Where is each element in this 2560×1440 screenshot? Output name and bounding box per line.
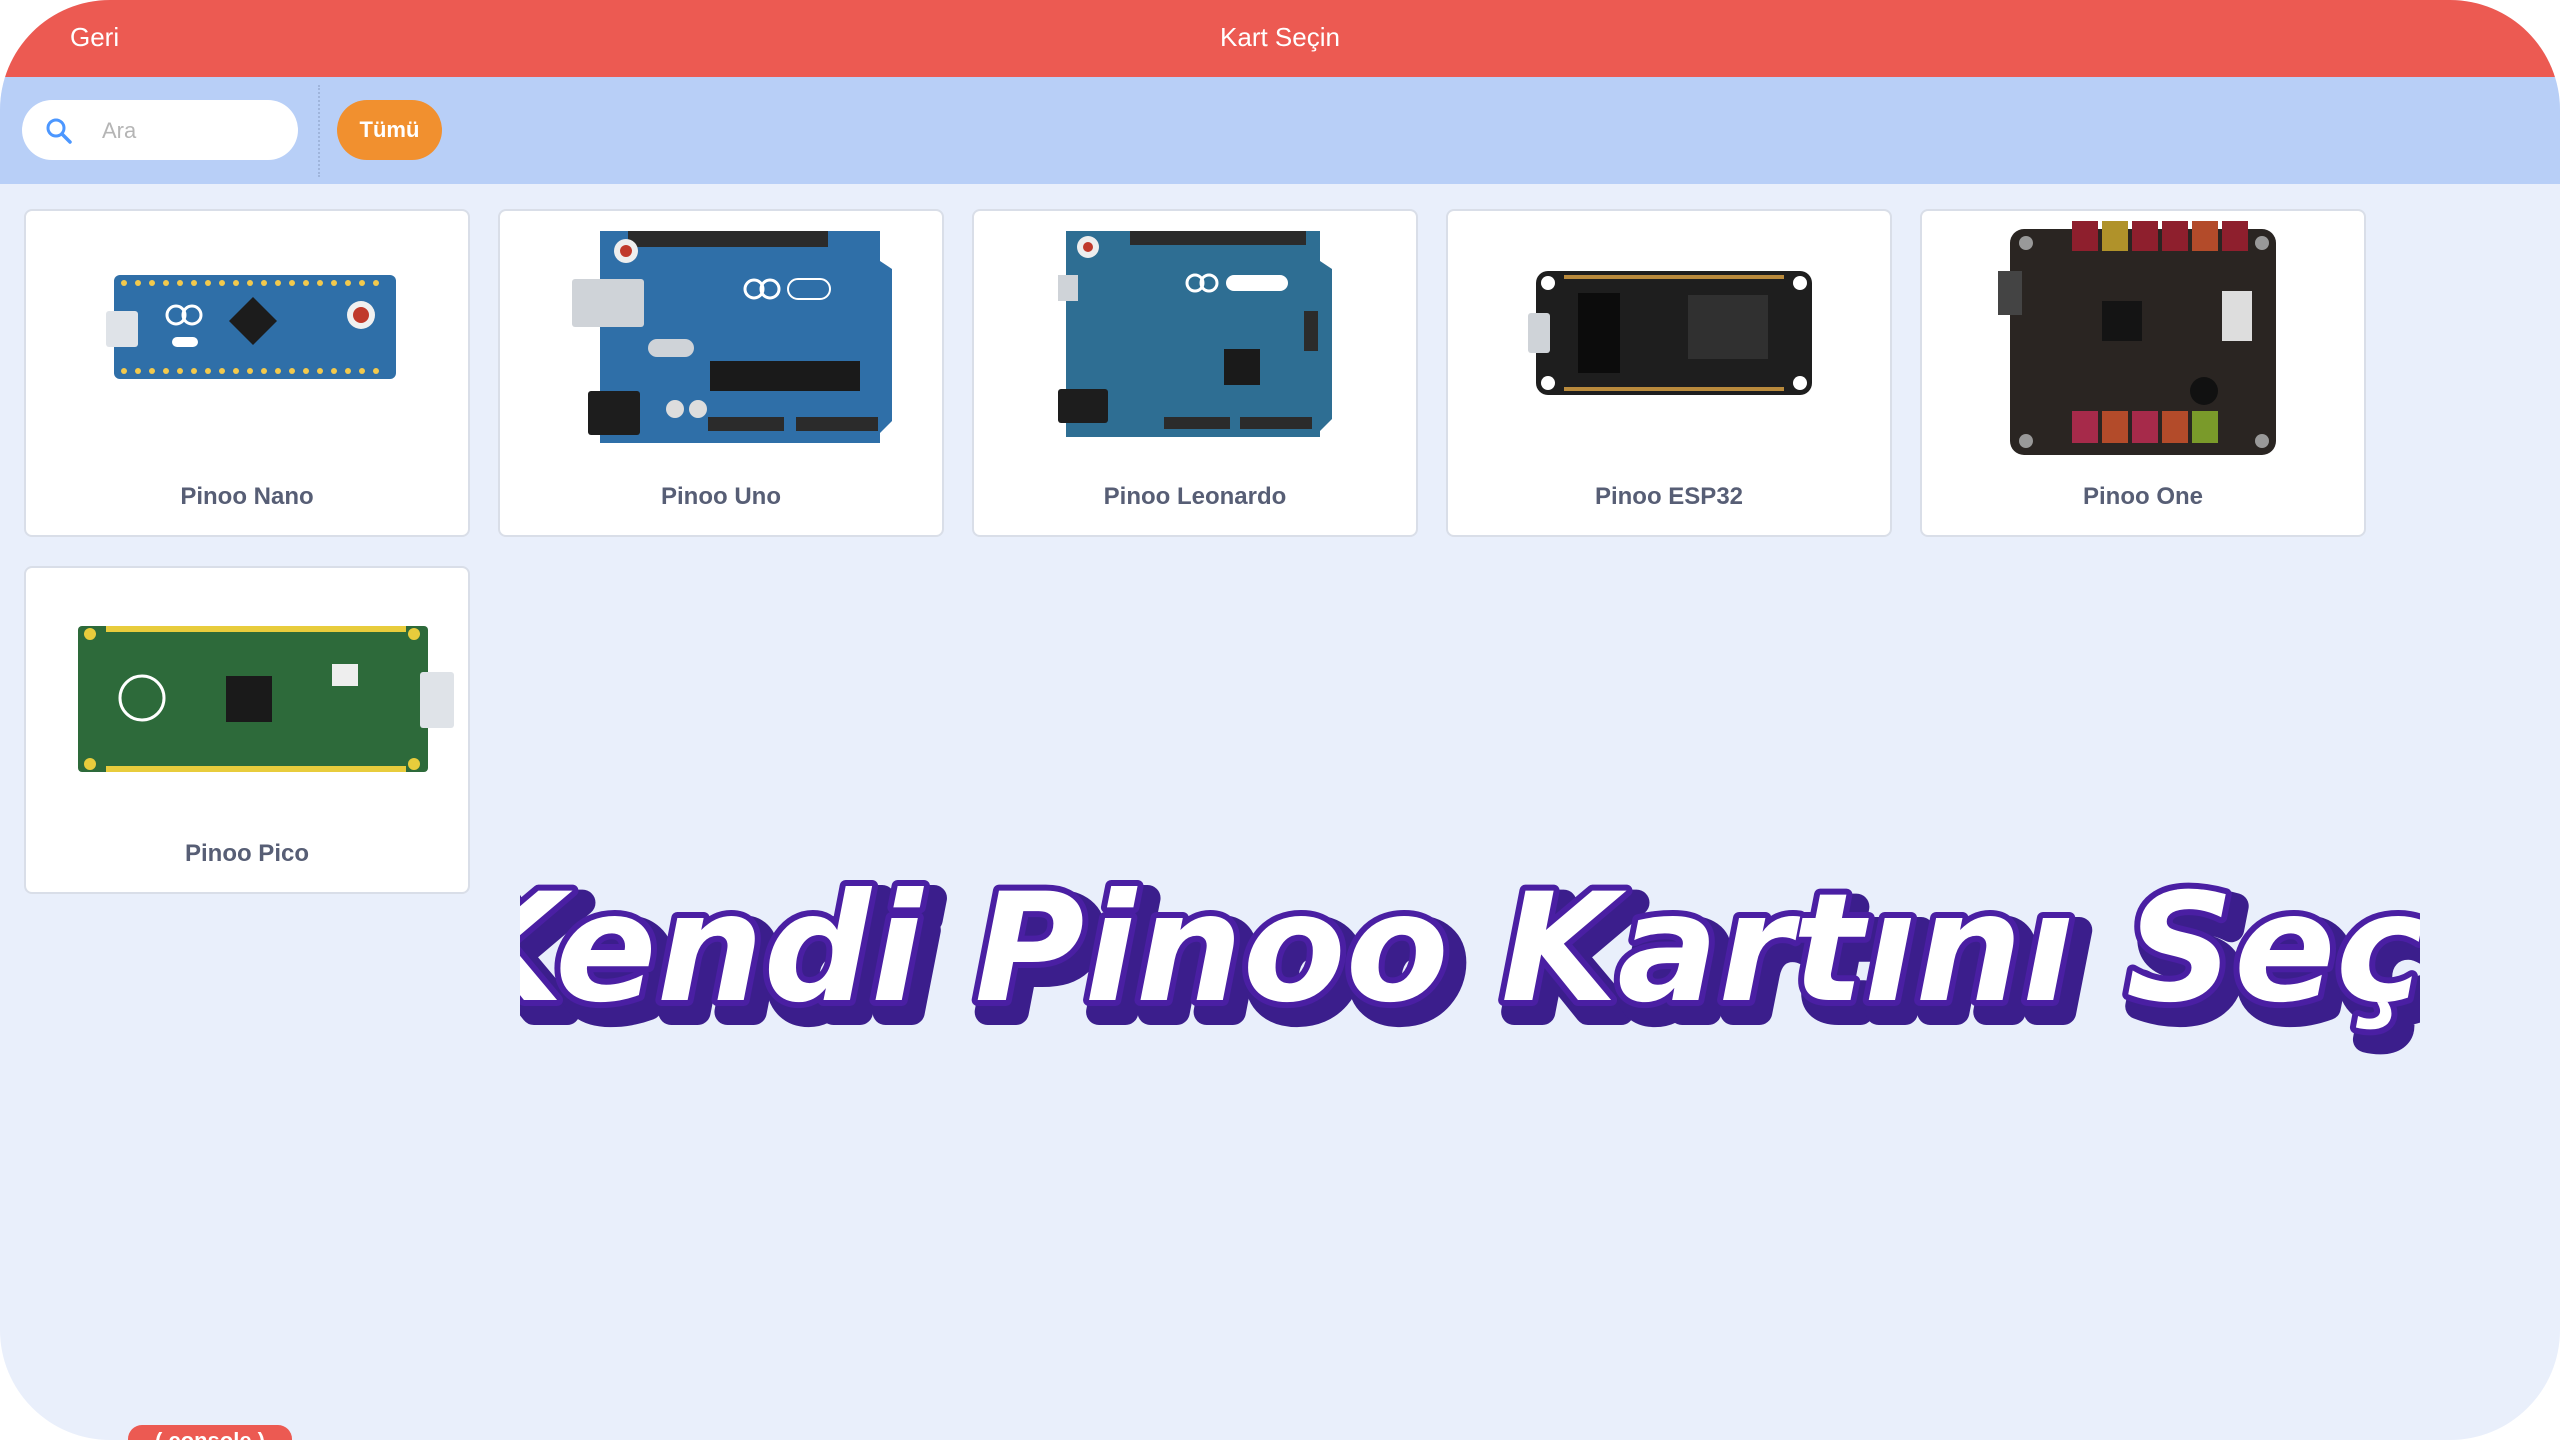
board-card-nano[interactable]: Pinoo Nano [24,209,470,537]
header-bar: Geri Kart Seçin [0,0,2560,77]
arduino-nano-image [106,275,396,379]
search-icon [46,118,72,144]
board-card-leonardo[interactable]: Pinoo Leonardo [972,209,1418,537]
arduino-uno-image [572,231,892,443]
esp32-board-image [1528,271,1812,395]
board-card-pico[interactable]: Pinoo Pico [24,566,470,894]
board-card-one[interactable]: Pinoo One [1920,209,2366,537]
svg-text:Kendi Pinoo Kartını Seç!: Kendi Pinoo Kartını Seç! [520,862,2420,1036]
search-input[interactable] [100,110,284,152]
board-card-uno[interactable]: Pinoo Uno [498,209,944,537]
board-card-label: Pinoo Nano [180,483,314,510]
filter-divider [318,85,320,177]
tag-all-button[interactable]: Tümü [337,100,442,160]
board-selection-window: Geri Kart Seçin Tümü [0,0,2560,1440]
board-card-label: Pinoo Pico [184,840,309,867]
filter-bar: Tümü [0,77,2560,184]
pinoo-one-board-image [1998,221,2276,455]
search-box[interactable] [22,100,298,160]
board-card-label: Pinoo Leonardo [1103,483,1287,510]
promo-headline: Kendi Pinoo Kartını Seç! Kendi Pinoo Kar… [520,856,2420,1061]
console-badge[interactable]: ( console ) [128,1425,292,1440]
raspberry-pi-pico-image [78,626,454,772]
arduino-leonardo-image [1058,231,1332,437]
page-title: Kart Seçin [1220,22,1340,52]
board-card-label: Pinoo Uno [661,483,781,510]
board-card-esp32[interactable]: Pinoo ESP32 [1446,209,1892,537]
board-card-label: Pinoo One [2083,483,2203,510]
board-card-label: Pinoo ESP32 [1594,483,1744,510]
